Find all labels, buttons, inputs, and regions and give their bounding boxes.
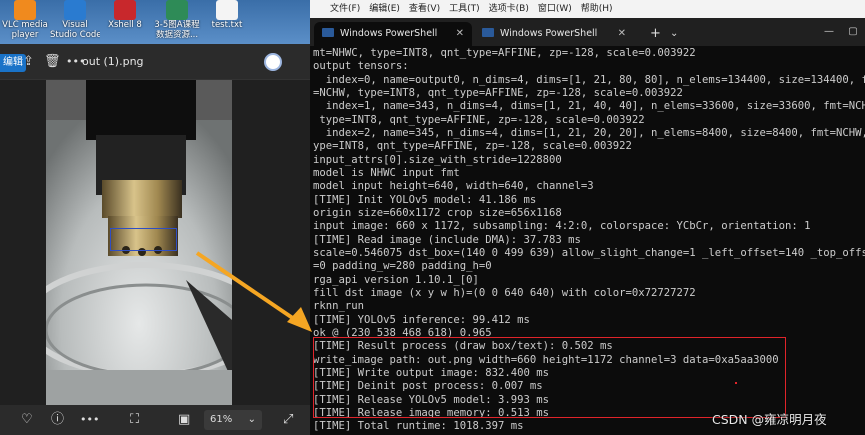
share-icon[interactable]: ⇪ — [23, 44, 34, 80]
menu-edit[interactable]: 编辑(E) — [369, 0, 400, 18]
new-tab-button[interactable]: + — [650, 22, 661, 46]
menu-tools[interactable]: 工具(T) — [449, 0, 480, 18]
vscode-icon — [64, 0, 86, 20]
console-line: type=INT8, qnt_type=AFFINE, zp=-128, sca… — [313, 113, 645, 126]
console-line: scale=0.546075 dst_box=(140 0 499 639) a… — [313, 246, 865, 259]
maximize-icon[interactable]: ▢ — [841, 18, 865, 46]
menu-file[interactable]: 文件(F) — [330, 0, 360, 18]
console-line: [TIME] Init YOLOv5 model: 41.186 ms — [313, 193, 537, 206]
chevron-down-icon[interactable]: ⌄ — [670, 22, 678, 46]
desktop-icon-vlc[interactable]: VLC media player — [0, 0, 50, 44]
menu-view[interactable]: 查看(V) — [409, 0, 440, 18]
favorite-icon[interactable]: ♡ — [21, 405, 33, 435]
powershell-icon — [482, 28, 494, 37]
account-avatar[interactable] — [264, 53, 282, 71]
window-controls: — ▢ — [817, 18, 865, 46]
powershell-icon — [322, 28, 334, 37]
chevron-down-icon: ⌄ — [247, 414, 256, 425]
file-name: out (1).png — [82, 55, 144, 68]
desktop-icon-text[interactable]: test.txt — [202, 0, 252, 44]
watermark: CSDN @雍凉明月夜 — [712, 412, 827, 427]
fit-to-window-icon[interactable]: ▣ — [178, 405, 190, 435]
crop-icon[interactable]: ⛶ — [130, 405, 139, 435]
console-line: origin size=660x1172 crop size=656x1168 — [313, 206, 562, 219]
fullscreen-icon[interactable]: ⤢ — [283, 405, 293, 435]
console-line: model input height=640, width=640, chann… — [313, 180, 594, 193]
console-line: input_attrs[0].size_with_stride=1228800 — [313, 153, 562, 166]
desktop-icon-xshell[interactable]: Xshell 8 — [100, 0, 150, 44]
xshell-icon — [114, 0, 136, 20]
console-line: index=1, name=343, n_dims=4, dims=[1, 21… — [313, 100, 865, 113]
cursor-dot — [735, 382, 737, 384]
detection-box — [110, 228, 177, 251]
viewer-toolbar: 编辑 ⇪ 🗑 ••• out (1).png — [0, 44, 310, 80]
console-line: model is NHWC input fmt — [313, 166, 460, 179]
close-icon[interactable]: ✕ — [456, 22, 464, 46]
vlc-icon — [14, 0, 36, 20]
tab-powershell-1[interactable]: Windows PowerShell ✕ — [314, 22, 472, 46]
screen: VLC media player Visual Studio Code Xshe… — [0, 0, 865, 435]
zoom-select[interactable]: 61% ⌄ — [204, 410, 262, 430]
zoom-level: 61% — [210, 414, 233, 425]
text-file-icon — [216, 0, 238, 20]
highlight-box — [313, 337, 786, 418]
tab-title: Windows PowerShell — [500, 28, 598, 39]
console-line: output tensors: — [313, 60, 409, 73]
photo-viewer: 编辑 ⇪ 🗑 ••• out (1).png ♡ ⓘ ••• ⛶ ▣ 61% ⌄… — [0, 44, 310, 435]
menu-tabs[interactable]: 选项卡(B) — [489, 0, 529, 18]
console-line: input image: 660 x 1172, subsampling: 4:… — [313, 220, 811, 233]
console-line: rknn_run — [313, 300, 365, 313]
menu-bar: 文件(F) 编辑(E) 查看(V) 工具(T) 选项卡(B) 窗口(W) 帮助(H) — [310, 0, 865, 18]
more-icon[interactable]: ••• — [80, 405, 99, 435]
console-line: mt=NHWC, type=INT8, qnt_type=AFFINE, zp=… — [313, 47, 696, 59]
console-line: [TIME] Read image (include DMA): 37.783 … — [313, 233, 581, 246]
console-line: index=2, name=345, n_dims=4, dims=[1, 21… — [313, 126, 865, 139]
menu-window[interactable]: 窗口(W) — [538, 0, 572, 18]
tab-title: Windows PowerShell — [340, 28, 438, 39]
console-line: index=0, name=output0, n_dims=4, dims=[1… — [313, 73, 865, 86]
info-icon[interactable]: ⓘ — [51, 405, 64, 435]
tab-bar: Windows PowerShell ✕ Windows PowerShell … — [310, 18, 865, 46]
console-line: fill dst image (x y w h)=(0 0 640 640) w… — [313, 286, 696, 299]
console-line: =NCHW, type=INT8, qnt_type=AFFINE, zp=-1… — [313, 86, 683, 99]
console-line: [TIME] YOLOv5 inference: 99.412 ms — [313, 313, 530, 326]
desktop-icon-vscode[interactable]: Visual Studio Code — [50, 0, 100, 44]
excel-file-icon — [166, 0, 188, 20]
console-line: =0 padding_w=280 padding_h=0 — [313, 260, 492, 273]
tab-powershell-2[interactable]: Windows PowerShell ✕ — [474, 22, 634, 46]
console-line: rga_api version 1.10.1_[0] — [313, 273, 479, 286]
desktop-icon-excel[interactable]: 3-5图A课程 数据资源... — [152, 0, 202, 44]
console-line: ype=INT8, qnt_type=AFFINE, zp=-128, scal… — [313, 140, 632, 153]
menu-help[interactable]: 帮助(H) — [581, 0, 613, 18]
minimize-icon[interactable]: — — [817, 18, 841, 46]
desktop: VLC media player Visual Studio Code Xshe… — [0, 0, 310, 44]
delete-icon[interactable]: 🗑 — [44, 44, 61, 80]
viewer-bottom-bar: ♡ ⓘ ••• ⛶ ▣ 61% ⌄ ⤢ — [0, 405, 310, 435]
close-icon[interactable]: ✕ — [618, 22, 626, 46]
